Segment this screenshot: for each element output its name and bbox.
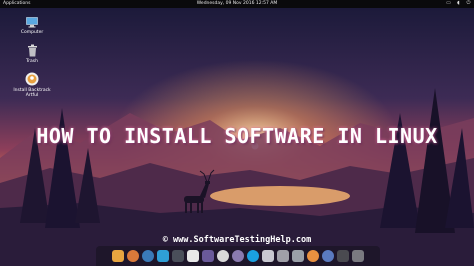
desktop-icon-computer[interactable]: Computer: [12, 17, 52, 35]
desktop-icon-label: Computer: [20, 30, 44, 35]
volume-icon[interactable]: ◖: [456, 1, 461, 6]
power-icon[interactable]: ⏻: [466, 1, 471, 6]
settings-icon[interactable]: [157, 250, 169, 262]
desktop-icon-label: Trash: [26, 59, 38, 64]
appstore-icon[interactable]: [307, 250, 319, 262]
calculator-icon[interactable]: [172, 250, 184, 262]
headline-title: HOW TO INSTALL SOFTWARE IN LINUX: [36, 124, 438, 148]
browser-icon[interactable]: [127, 250, 139, 262]
dock: [96, 246, 380, 266]
desktop-icon-trash[interactable]: Trash: [12, 44, 52, 64]
clock[interactable]: Wednesday, 09 Nov 2016 12:57 AM: [0, 0, 474, 8]
computer-icon: [26, 17, 38, 28]
calendar-icon[interactable]: [187, 250, 199, 262]
window-icon[interactable]: ▭: [446, 1, 451, 6]
system-tray: ▭ ◖ ⏻: [446, 1, 471, 6]
media-icon[interactable]: [262, 250, 274, 262]
chrome-icon[interactable]: [217, 250, 229, 262]
trash-dock-icon[interactable]: [352, 250, 364, 262]
system-icon[interactable]: [142, 250, 154, 262]
top-panel: Applications Wednesday, 09 Nov 2016 12:5…: [0, 0, 474, 8]
website-watermark: © www.SoftwareTestingHelp.com: [162, 235, 312, 245]
terminal-icon[interactable]: [337, 250, 349, 262]
photos-icon[interactable]: [232, 250, 244, 262]
skype-icon[interactable]: [247, 250, 259, 262]
desktop-icon-label: Install Backtrack Artful: [13, 88, 51, 98]
bluetooth-icon[interactable]: [322, 250, 334, 262]
desktop-icon-installer[interactable]: Install Backtrack Artful: [12, 72, 52, 98]
store-icon[interactable]: [277, 250, 289, 262]
installer-icon: [25, 72, 39, 86]
trash-icon: [27, 44, 37, 57]
app-icon[interactable]: [202, 250, 214, 262]
mail-icon[interactable]: [292, 250, 304, 262]
files-icon[interactable]: [112, 250, 124, 262]
